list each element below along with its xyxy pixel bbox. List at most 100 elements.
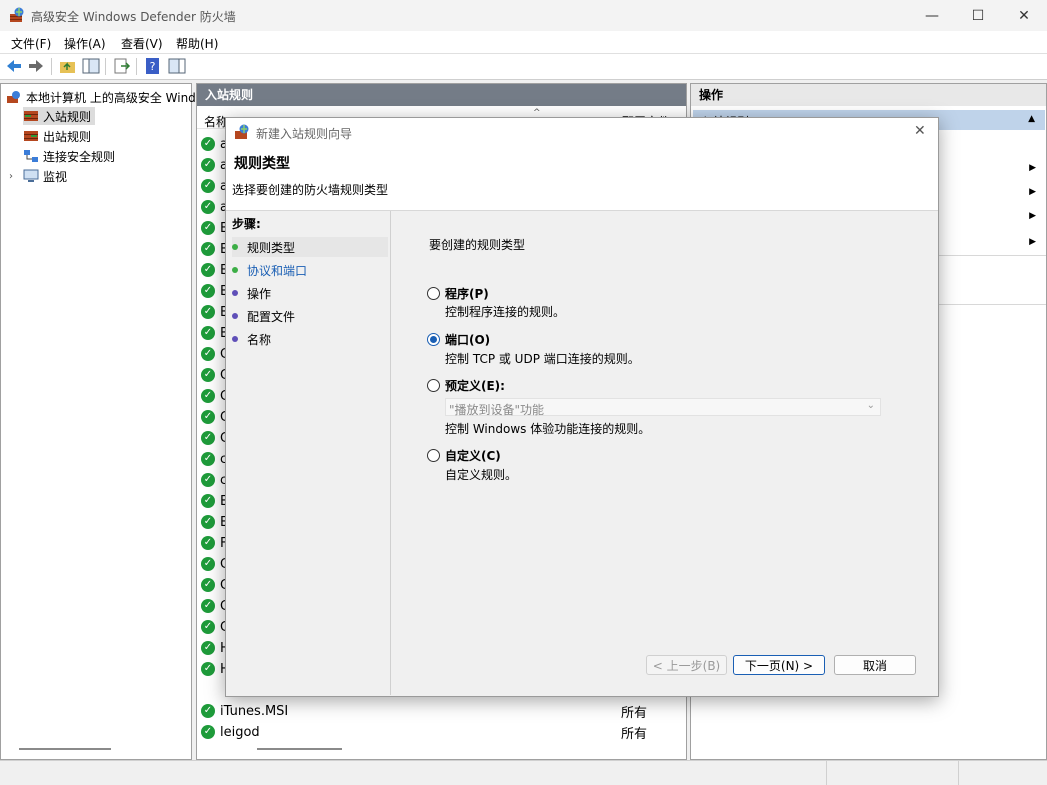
toolbar: ? (0, 54, 1047, 80)
steps-title: 步骤: (232, 217, 261, 231)
tree-item-outbound[interactable]: 出站规则 (23, 127, 91, 145)
option-port-desc: 控制 TCP 或 UDP 端口连接的规则。 (445, 352, 640, 366)
submenu-arrow-icon[interactable]: ▶ (1029, 237, 1036, 247)
tree-item-connection-security[interactable]: 连接安全规则 (23, 147, 115, 165)
menu-bar: 文件(F) 操作(A) 查看(V) 帮助(H) (0, 31, 1047, 54)
enabled-check-icon: ✓ (201, 410, 215, 424)
status-divider (958, 761, 959, 785)
steps-panel: 步骤: 规则类型协议和端口操作配置文件名称 (226, 211, 391, 695)
collapse-up-icon[interactable]: ▲ (1028, 114, 1035, 124)
back-arrow-icon[interactable] (5, 58, 23, 74)
radio-custom[interactable] (427, 449, 440, 462)
step-bullet-icon (232, 290, 238, 296)
rule-name: iTunes.MSI (220, 703, 289, 719)
tree-item-label: 连接安全规则 (43, 149, 116, 164)
radio-port[interactable] (427, 333, 440, 346)
enabled-check-icon: ✓ (201, 473, 215, 487)
tree-root[interactable]: 本地计算机 上的高级安全 Windows (6, 88, 219, 106)
wizard-content: 要创建的规则类型 程序(P) 控制程序连接的规则。 端口(O) 控制 TCP 或… (391, 211, 937, 695)
chevron-down-icon: ⌄ (866, 400, 875, 411)
step-bullet-icon (232, 244, 238, 250)
step-label: 操作 (247, 286, 272, 301)
submenu-arrow-icon[interactable]: ▶ (1029, 187, 1036, 197)
export-list-icon[interactable] (113, 58, 131, 74)
option-port-label[interactable]: 端口(O) (445, 331, 490, 348)
option-predefined-desc: 控制 Windows 体验功能连接的规则。 (445, 422, 651, 436)
option-program-label[interactable]: 程序(P) (445, 285, 489, 302)
toolbar-divider (51, 58, 52, 75)
enabled-check-icon: ✓ (201, 368, 215, 382)
maximize-button[interactable]: ☐ (955, 0, 1001, 31)
toolbar-divider (105, 58, 106, 75)
enabled-check-icon: ✓ (201, 536, 215, 550)
tree-root-label: 本地计算机 上的高级安全 Windows (26, 90, 220, 105)
option-program-desc: 控制程序连接的规则。 (445, 305, 566, 319)
enabled-check-icon: ✓ (201, 578, 215, 592)
menu-help[interactable]: 帮助(H) (176, 35, 218, 52)
step-item: 配置文件 (232, 306, 388, 326)
predefined-dropdown[interactable]: "播放到设备"功能 ⌄ (445, 398, 881, 417)
window-title: 高级安全 Windows Defender 防火墙 (31, 10, 236, 24)
enabled-check-icon: ✓ (201, 599, 215, 613)
enabled-check-icon: ✓ (201, 494, 215, 508)
enabled-check-icon: ✓ (201, 242, 215, 256)
expand-chevron-icon[interactable]: › (9, 171, 19, 182)
tree-item-inbound[interactable]: 入站规则 (23, 107, 96, 125)
cancel-button[interactable]: 取消 (834, 655, 916, 675)
step-item: 规则类型 (232, 237, 388, 257)
toolbar-divider (136, 58, 137, 75)
close-button[interactable]: ✕ (1001, 0, 1047, 31)
step-bullet-icon (232, 336, 238, 342)
menu-file[interactable]: 文件(F) (11, 35, 51, 52)
enabled-check-icon: ✓ (201, 725, 215, 739)
menu-view[interactable]: 查看(V) (121, 35, 163, 52)
dialog-subheading: 选择要创建的防火墙规则类型 (232, 183, 389, 197)
submenu-arrow-icon[interactable]: ▶ (1029, 163, 1036, 173)
horizontal-scrollbar[interactable] (257, 748, 342, 750)
enabled-check-icon: ✓ (201, 431, 215, 445)
radio-predefined[interactable] (427, 379, 440, 392)
forward-arrow-icon[interactable] (27, 58, 45, 74)
step-item[interactable]: 协议和端口 (232, 260, 388, 280)
new-inbound-rule-wizard: 新建入站规则向导 ✕ 规则类型 选择要创建的防火墙规则类型 步骤: 规则类型协议… (225, 117, 939, 697)
radio-program[interactable] (427, 287, 440, 300)
menu-action[interactable]: 操作(A) (64, 35, 106, 52)
enabled-check-icon: ✓ (201, 200, 215, 214)
horizontal-scrollbar[interactable] (19, 748, 111, 750)
enabled-check-icon: ✓ (201, 326, 215, 340)
step-label: 协议和端口 (247, 263, 308, 278)
enabled-check-icon: ✓ (201, 662, 215, 676)
enabled-check-icon: ✓ (201, 641, 215, 655)
enabled-check-icon: ✓ (201, 557, 215, 571)
step-item: 名称 (232, 329, 388, 349)
enabled-check-icon: ✓ (201, 158, 215, 172)
firewall-app-icon (235, 124, 249, 139)
tree-item-label: 监视 (43, 169, 68, 184)
next-button[interactable]: 下一页(N) > (733, 655, 825, 675)
back-button[interactable]: < 上一步(B) (646, 655, 727, 675)
show-tree-icon[interactable] (82, 58, 100, 74)
table-row[interactable]: ✓ leigod 所有 (201, 722, 671, 742)
tree-item-label: 出站规则 (43, 129, 92, 144)
predefined-dropdown-value: "播放到设备"功能 (449, 403, 545, 417)
monitor-icon (23, 169, 39, 182)
up-folder-icon[interactable] (59, 58, 77, 74)
step-label: 名称 (247, 332, 272, 347)
tree-item-monitoring[interactable]: › 监视 (9, 167, 67, 185)
enabled-check-icon: ✓ (201, 515, 215, 529)
status-divider (826, 761, 827, 785)
dialog-title: 新建入站规则向导 (256, 127, 353, 141)
submenu-arrow-icon[interactable]: ▶ (1029, 211, 1036, 221)
enabled-check-icon: ✓ (201, 347, 215, 361)
option-custom-desc: 自定义规则。 (445, 468, 518, 482)
option-custom-label[interactable]: 自定义(C) (445, 447, 501, 464)
minimize-button[interactable]: — (909, 0, 955, 31)
option-predefined-label[interactable]: 预定义(E): (445, 377, 505, 394)
table-row[interactable]: ✓ iTunes.MSI 所有 (201, 701, 671, 721)
dialog-title-bar: 新建入站规则向导 ✕ (226, 118, 938, 146)
enabled-check-icon: ✓ (201, 389, 215, 403)
svg-text:?: ? (150, 60, 156, 73)
dialog-close-icon[interactable]: ✕ (914, 123, 926, 139)
show-action-pane-icon[interactable] (168, 58, 186, 74)
help-icon[interactable]: ? (144, 58, 162, 74)
